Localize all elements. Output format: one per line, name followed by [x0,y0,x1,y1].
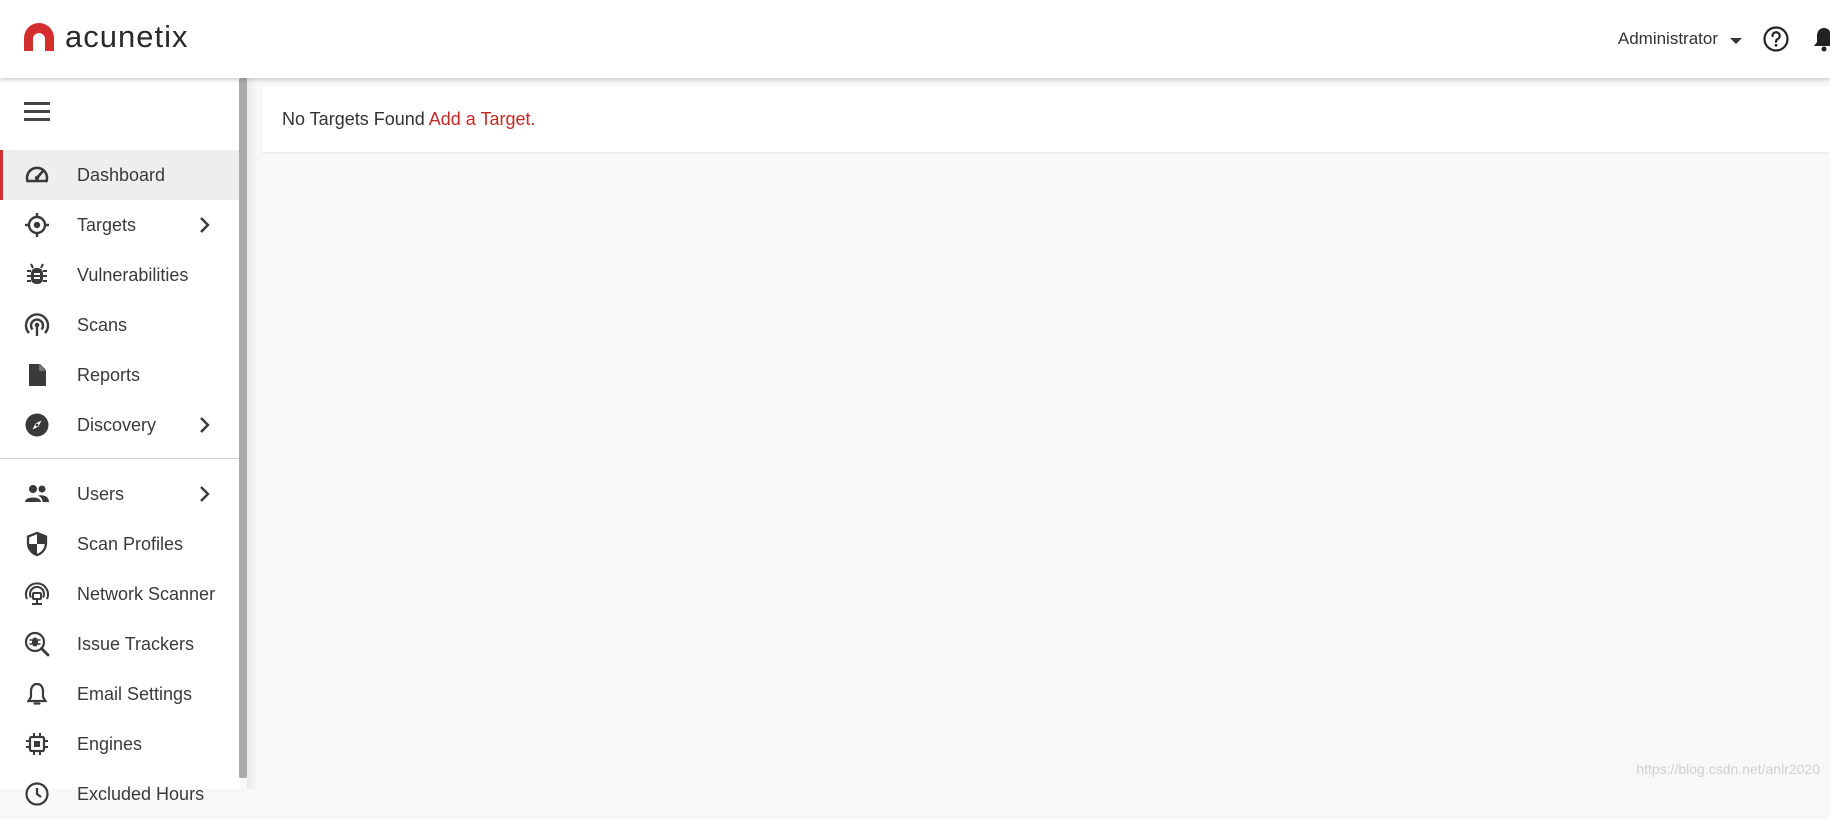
sidebar-shadow [247,78,257,789]
brand-name: acunetix [65,22,188,52]
chevron-right-icon[interactable] [198,485,212,503]
sidebar-item-label: Users [77,484,124,505]
sidebar-item-label: Excluded Hours [77,784,204,805]
users-icon [24,481,50,507]
notice-text: No Targets Found [282,109,425,130]
speedometer-icon [24,162,50,188]
sidebar-divider [0,458,239,459]
chip-icon [24,731,50,757]
sidebar-item-label: Network Scanner [77,584,215,605]
sidebar-item-label: Dashboard [77,165,165,186]
sidebar-item-label: Issue Trackers [77,634,194,655]
bell-icon[interactable] [1810,25,1830,53]
sidebar-item-excluded-hours[interactable]: Excluded Hours [0,769,239,819]
hamburger-icon[interactable] [24,102,50,122]
caret-down-icon[interactable] [1730,38,1742,44]
bug-search-icon [24,631,50,657]
clock-icon [24,781,50,807]
sidebar-item-scan-profiles[interactable]: Scan Profiles [0,519,239,569]
network-scanner-icon [24,581,50,607]
sidebar-item-dashboard[interactable]: Dashboard [0,150,239,200]
sidebar-item-targets[interactable]: Targets [0,200,239,250]
add-target-link[interactable]: Add a Target. [429,109,536,130]
sidebar-item-reports[interactable]: Reports [0,350,239,400]
sidebar-item-engines[interactable]: Engines [0,719,239,769]
user-area: Administrator [1618,0,1830,78]
sidebar-item-scans[interactable]: Scans [0,300,239,350]
sidebar-item-label: Scans [77,315,127,336]
sidebar: Dashboard Targets Vulnerabilities Scans [0,78,240,789]
sidebar-item-label: Scan Profiles [77,534,183,555]
watermark: https://blog.csdn.net/anlr2020 [1636,761,1820,777]
top-header: acunetix Administrator [0,0,1830,78]
document-icon [24,362,50,388]
crosshair-icon [24,212,50,238]
main-content: No Targets Found Add a Target. [262,86,1830,152]
radar-icon [24,312,50,338]
user-menu[interactable]: Administrator [1618,29,1718,49]
sidebar-item-users[interactable]: Users [0,469,239,519]
sidebar-item-vulnerabilities[interactable]: Vulnerabilities [0,250,239,300]
sidebar-scrollbar[interactable] [239,78,247,778]
acunetix-logo[interactable]: acunetix [22,22,188,52]
sidebar-item-label: Targets [77,215,136,236]
sidebar-item-label: Reports [77,365,140,386]
bug-icon [24,262,50,288]
bell-outline-icon [24,681,50,707]
chevron-right-icon[interactable] [198,216,212,234]
no-targets-notice: No Targets Found Add a Target. [262,86,1830,152]
chevron-right-icon[interactable] [198,416,212,434]
sidebar-nav: Dashboard Targets Vulnerabilities Scans [0,150,239,819]
sidebar-item-discovery[interactable]: Discovery [0,400,239,450]
help-circle-icon[interactable] [1762,25,1790,53]
acunetix-logo-icon [22,22,56,52]
sidebar-item-email-settings[interactable]: Email Settings [0,669,239,719]
sidebar-item-label: Email Settings [77,684,192,705]
sidebar-item-network-scanner[interactable]: Network Scanner [0,569,239,619]
sidebar-item-label: Discovery [77,415,156,436]
compass-icon [24,412,50,438]
sidebar-item-issue-trackers[interactable]: Issue Trackers [0,619,239,669]
sidebar-item-label: Vulnerabilities [77,265,188,286]
shield-icon [24,531,50,557]
sidebar-item-label: Engines [77,734,142,755]
